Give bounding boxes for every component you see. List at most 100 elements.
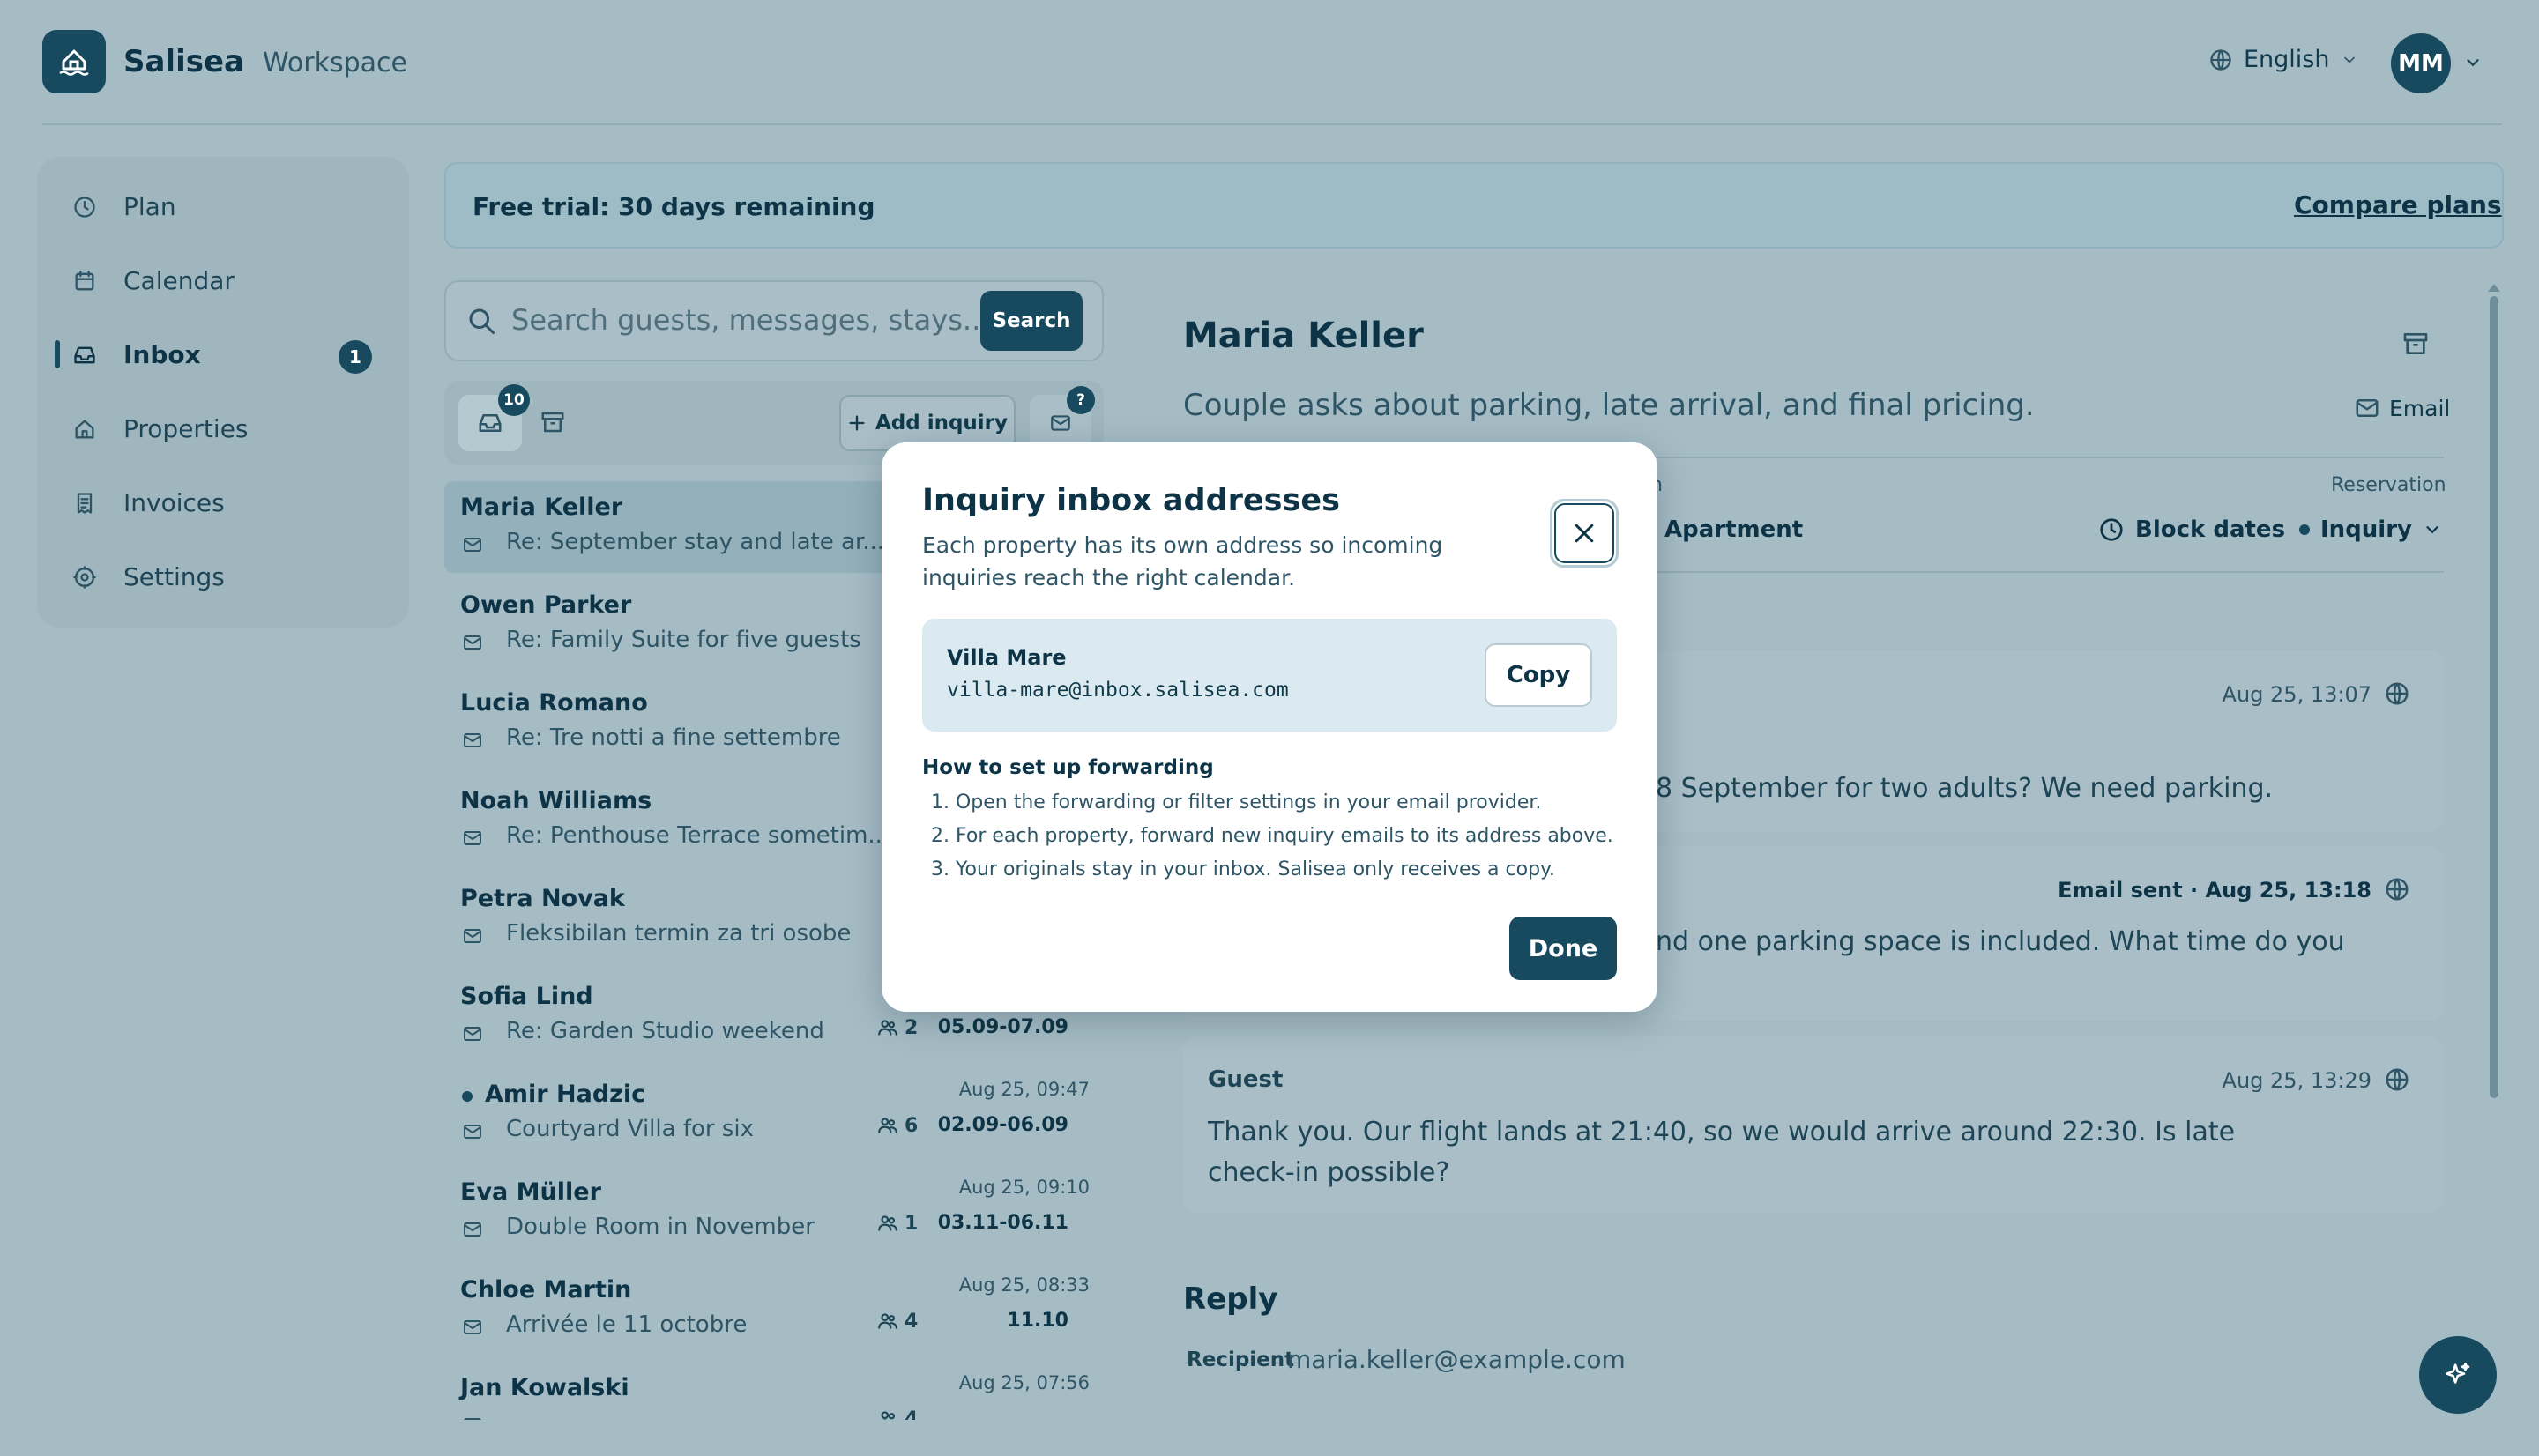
list-item[interactable]: Chloe Martin Arrivée le 11 octobre 4 Aug 25… xyxy=(444,1264,1104,1356)
property-name[interactable]: Apartment xyxy=(1664,516,1803,543)
email-label: Email xyxy=(2389,395,2451,421)
scroll-up-arrow[interactable] xyxy=(2488,284,2500,292)
inbox-count-badge: 10 xyxy=(498,384,530,416)
gear-icon xyxy=(73,565,96,589)
sidebar-item-settings[interactable]: Settings xyxy=(72,562,225,591)
mail-icon xyxy=(462,1121,483,1142)
guest-count-value: 4 xyxy=(905,1310,919,1333)
active-indicator xyxy=(55,340,60,368)
archive-icon[interactable] xyxy=(2401,330,2430,358)
inbox-icon xyxy=(74,346,95,363)
howto-title: How to set up forwarding xyxy=(922,756,1214,779)
inquiry-summary: Couple asks about parking, late arrival,… xyxy=(1183,388,2035,423)
dialog-title: Inquiry inbox addresses xyxy=(922,483,1340,518)
howto-step: 3. Your originals stay in your inbox. Sa… xyxy=(931,858,1555,880)
list-item[interactable]: Eva Müller Double Room in November 1 Aug 25… xyxy=(444,1166,1104,1258)
inbox-count-badge: 1 xyxy=(339,340,372,374)
translate-globe-icon[interactable] xyxy=(2384,1066,2410,1093)
howto-step: 2. For each property, forward new inquir… xyxy=(931,825,1613,847)
message-body: Thank you. Our flight lands at 21:40, so… xyxy=(1208,1117,2236,1188)
guest-count-value: 1 xyxy=(905,1212,919,1235)
close-button-inner xyxy=(1554,503,1614,563)
close-button[interactable] xyxy=(1550,499,1619,568)
globe-icon xyxy=(2210,48,2231,71)
scrollbar[interactable] xyxy=(2490,296,2498,1098)
list-item[interactable]: Jan Kowalski 4 Aug 25, 07:56 xyxy=(444,1362,1104,1420)
translate-globe-icon[interactable] xyxy=(2384,876,2410,903)
mail-icon xyxy=(462,828,483,849)
salisea-logo[interactable] xyxy=(42,30,106,93)
people-icon xyxy=(876,1408,899,1420)
avatar[interactable]: MM xyxy=(2391,33,2451,93)
stay-dates: 03.11-06.11 xyxy=(937,1212,1068,1234)
archive-icon[interactable] xyxy=(540,409,566,435)
mail-icon xyxy=(462,925,483,947)
email-button[interactable]: Email xyxy=(2354,395,2450,421)
recipient-value[interactable]: maria.keller@example.com xyxy=(1287,1345,1626,1374)
language-selector[interactable]: English xyxy=(2208,46,2358,73)
subject: Double Room in November xyxy=(506,1214,815,1240)
guest-count: 4 xyxy=(876,1310,918,1333)
subject: Arrivée le 11 octobre xyxy=(506,1311,748,1338)
copy-button[interactable]: Copy xyxy=(1485,643,1592,707)
guest-name: Jan Kowalski xyxy=(460,1374,629,1401)
subject: Re: Tre notti a fine settembre xyxy=(506,724,841,751)
guest-name: Eva Müller xyxy=(460,1178,601,1206)
guest-name: Sofia Lind xyxy=(460,983,593,1010)
message-card: Guest Aug 25, 13:29 Thank you. Our fligh… xyxy=(1183,1036,2444,1213)
sidebar-item-label: Calendar xyxy=(123,266,235,295)
list-item[interactable]: Amir Hadzic Courtyard Villa for six 6 Aug 2… xyxy=(444,1068,1104,1160)
search-button[interactable]: Search xyxy=(980,291,1083,351)
guest-name: Owen Parker xyxy=(460,591,632,619)
close-icon xyxy=(1575,524,1594,543)
stay-dates: 11.10 xyxy=(1007,1310,1068,1332)
message-time: Aug 25, 13:07 xyxy=(2222,682,2371,707)
subject: Re: Family Suite for five guests xyxy=(506,627,861,653)
sidebar-item-label: Plan xyxy=(123,192,176,221)
mail-icon xyxy=(2356,399,2379,417)
guest-name: Lucia Romano xyxy=(460,689,648,717)
chevron-down-icon[interactable] xyxy=(2463,53,2483,72)
sidebar-item-inbox[interactable]: Inbox xyxy=(72,340,201,369)
timestamp: Aug 25, 07:56 xyxy=(958,1372,1090,1393)
mail-icon xyxy=(462,1023,483,1044)
sidebar-item-plan[interactable]: Plan xyxy=(72,192,176,221)
mail-icon xyxy=(462,632,483,653)
stay-dates: 05.09-07.09 xyxy=(937,1016,1068,1038)
reservation-label: Reservation xyxy=(2331,474,2446,496)
mail-icon xyxy=(462,534,483,555)
mail-icon xyxy=(1051,415,1070,431)
chevron-down-icon xyxy=(2426,526,2438,534)
done-button[interactable]: Done xyxy=(1509,917,1617,980)
header-divider xyxy=(42,123,2502,125)
sidebar-item-label: Properties xyxy=(123,414,249,443)
block-dates-button[interactable]: Block dates xyxy=(2098,516,2285,543)
reservation-status-select[interactable]: Inquiry xyxy=(2299,516,2442,543)
home-icon xyxy=(75,420,94,438)
brand-name: Salisea xyxy=(123,44,244,79)
guest-count-value: 4 xyxy=(905,1408,919,1421)
sidebar-item-invoices[interactable]: Invoices xyxy=(72,488,225,517)
guest-count: 4 xyxy=(876,1408,918,1420)
timestamp: Aug 25, 08:33 xyxy=(958,1274,1090,1296)
subject: Fleksibilan termin za tri osobe xyxy=(506,920,852,947)
sidebar-item-calendar[interactable]: Calendar xyxy=(72,266,235,295)
reply-title: Reply xyxy=(1183,1281,1278,1317)
status-dot xyxy=(2299,524,2310,535)
compare-plans-link[interactable]: Compare plans xyxy=(2294,190,2502,219)
translate-globe-icon[interactable] xyxy=(2384,680,2410,707)
guest-count: 2 xyxy=(876,1016,918,1039)
guest-name: Noah Williams xyxy=(460,787,652,814)
add-inquiry-label: Add inquiry xyxy=(875,412,1009,435)
sidebar: Plan Calendar Inbox Properties Invoices … xyxy=(37,157,409,628)
subject: Re: Garden Studio weekend xyxy=(506,1018,824,1044)
subject: Re: Penthouse Terrace sometim... xyxy=(506,822,890,849)
ai-assist-button[interactable] xyxy=(2419,1336,2497,1414)
mail-icon xyxy=(462,1317,483,1338)
subject: Re: September stay and late ar... xyxy=(506,529,885,555)
sidebar-item-properties[interactable]: Properties xyxy=(72,414,249,443)
block-dates-label: Block dates xyxy=(2135,516,2286,543)
guest-name: Amir Hadzic xyxy=(485,1081,646,1108)
mail-icon xyxy=(462,1415,483,1420)
workspace-label: Workspace xyxy=(263,48,407,78)
